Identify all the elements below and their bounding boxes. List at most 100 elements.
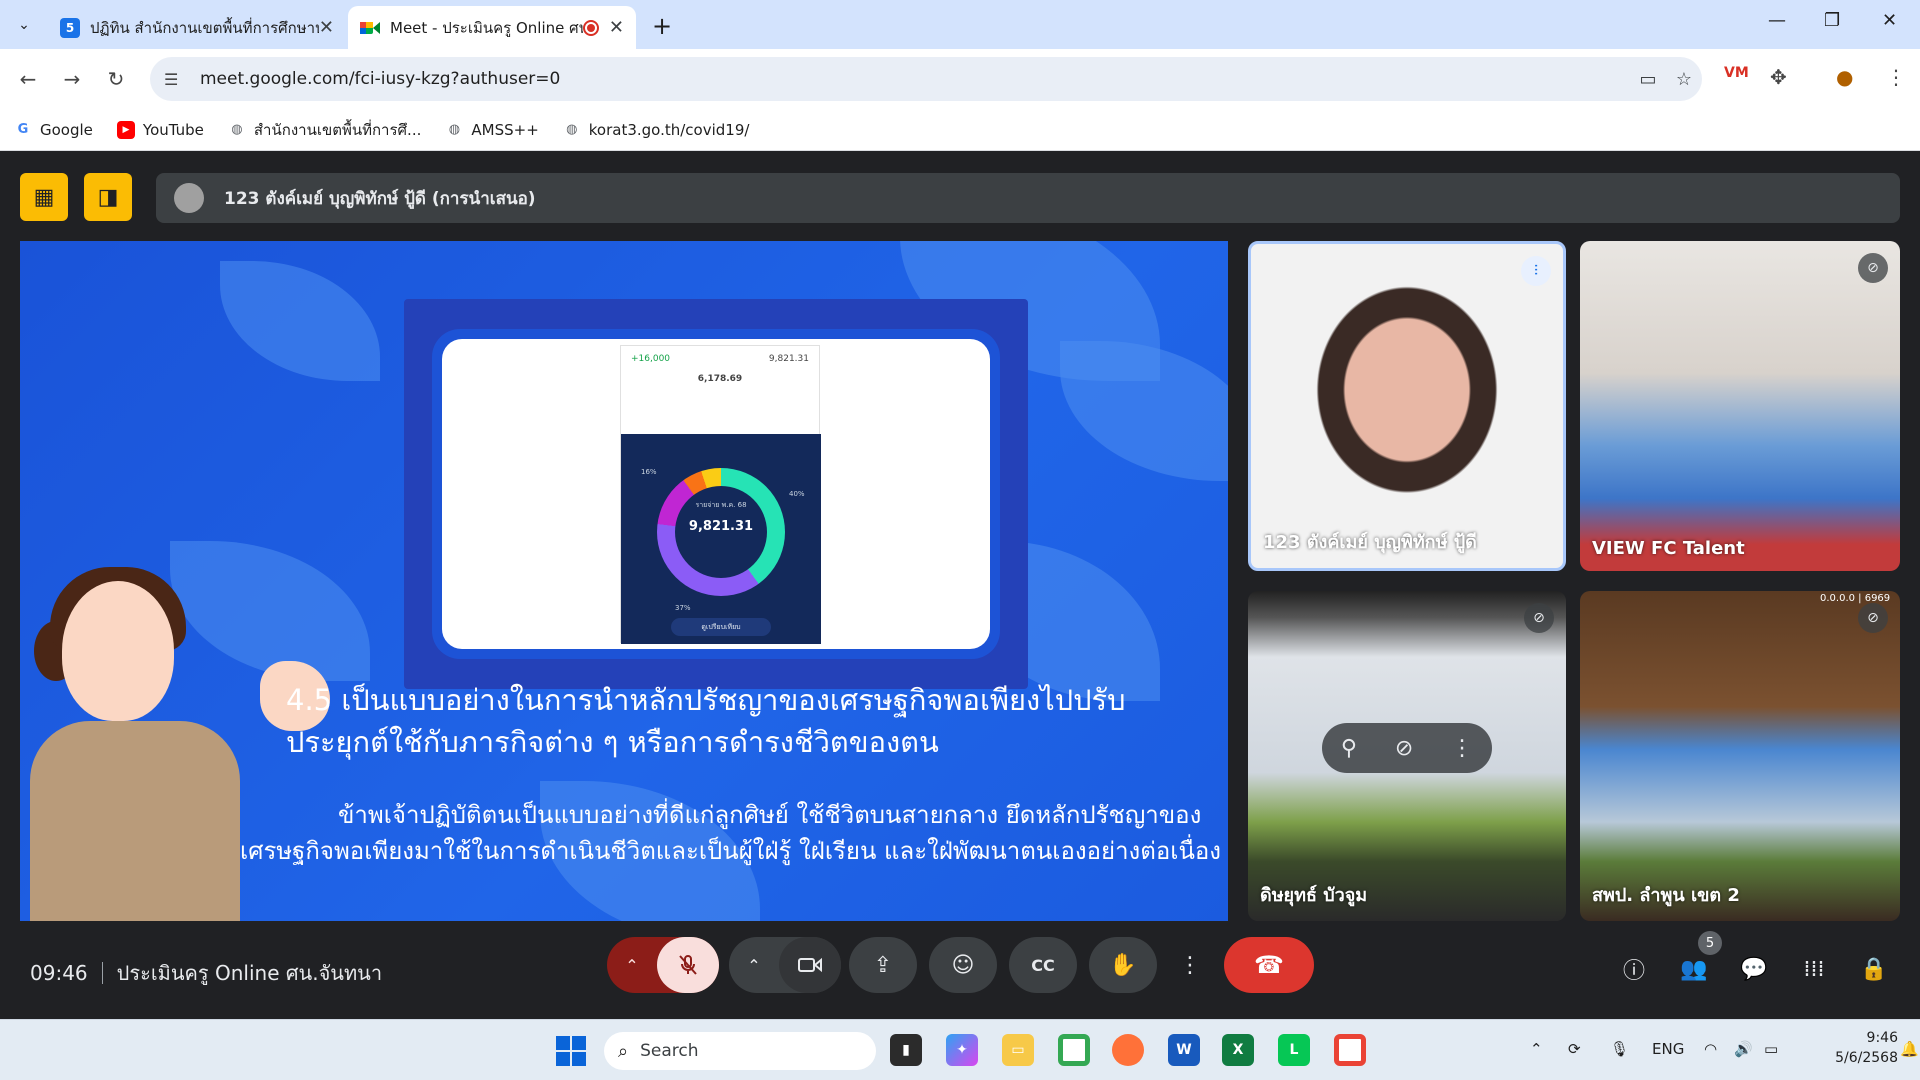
raise-hand-icon[interactable]: ✋ — [1089, 937, 1157, 993]
bookmark-amss[interactable]: ◍ AMSS++ — [445, 121, 539, 139]
globe-icon: ◍ — [566, 122, 578, 137]
back-icon[interactable]: ← — [12, 63, 44, 95]
excel-icon[interactable]: X — [1222, 1034, 1254, 1066]
url-text[interactable]: meet.google.com/fci-iusy-kzg?authuser=0 — [200, 69, 1630, 89]
mic-off-icon[interactable] — [657, 937, 719, 993]
notifications-icon[interactable]: 🔔 — [1900, 1040, 1919, 1058]
avatar — [174, 183, 204, 213]
activities-icon[interactable]: ⁞⁞⁞ — [1796, 951, 1832, 987]
recording-icon — [582, 19, 599, 36]
chrome-active-icon[interactable] — [1334, 1034, 1366, 1066]
participant-name: ดิษยุทธ์ บัวจูม — [1260, 885, 1368, 906]
close-tab-icon[interactable]: ✕ — [609, 17, 624, 38]
mic-off-icon: ⊘ — [1858, 603, 1888, 633]
calendar-favicon-icon: 5 — [60, 17, 80, 38]
address-bar[interactable]: ☰ meet.google.com/fci-iusy-kzg?authuser=… — [150, 57, 1702, 101]
captions-icon[interactable]: CC — [1009, 937, 1077, 993]
presenter-label: 123 ตังค์เมย์ บุญพิทักษ์ ปู้ดี (การนำเสน… — [224, 188, 536, 209]
bookmark-google[interactable]: G Google — [14, 121, 93, 139]
teacher-illustration — [62, 581, 174, 721]
site-settings-icon[interactable]: ☰ — [164, 70, 186, 89]
file-explorer-icon[interactable]: ▭ — [1002, 1034, 1034, 1066]
meeting-details-icon[interactable]: ⓘ — [1616, 951, 1652, 987]
emoji-reaction-icon[interactable]: ☺ — [929, 937, 997, 993]
more-options-icon[interactable]: ⋮ — [1451, 736, 1473, 761]
task-view-icon[interactable]: ▮ — [890, 1034, 922, 1066]
slide-heading: 4.5 เป็นแบบอย่างในการนำหลักปรัชญาของเศรษ… — [286, 683, 1126, 759]
mic-off-icon: ⊘ — [1858, 253, 1888, 283]
tray-overflow-icon[interactable]: ⌃ — [1530, 1040, 1543, 1058]
wifi-icon[interactable]: ◠ — [1704, 1040, 1717, 1058]
start-menu-icon[interactable] — [556, 1036, 586, 1066]
tile-hover-controls: ⚲ ⊘ ⋮ — [1322, 723, 1492, 773]
close-window-icon[interactable]: ✕ — [1882, 10, 1897, 31]
forward-icon[interactable]: → — [56, 63, 88, 95]
participant-tile[interactable]: ⫶ 123 ตังค์เมย์ บุญพิทักษ์ ปู้ดี — [1248, 241, 1566, 571]
video-settings-arrow-icon[interactable]: ⌃ — [729, 956, 779, 975]
participant-count-badge: 5 — [1698, 931, 1722, 955]
slide-screen: +16,000 9,821.31 6,178.69 16% 40% 37% รา… — [432, 329, 1000, 659]
meeting-title: ประเมินครู Online ศน.จันทนา — [116, 961, 383, 985]
mic-off-icon: ⊘ — [1524, 603, 1554, 633]
windows-taskbar: ⌕ Search ▮ ✦ ▭ W X L ⌃ ⟳ 🎙 ENG ◠ 🔊 ▭ 9:4… — [0, 1019, 1920, 1080]
reload-icon[interactable]: ↻ — [100, 63, 132, 95]
mic-control: ⌃ — [607, 937, 719, 993]
layout-icon[interactable]: ◨ — [84, 173, 132, 221]
present-screen-icon[interactable]: ⇪ — [849, 937, 917, 993]
word-icon[interactable]: W — [1168, 1034, 1200, 1066]
copilot-icon[interactable]: ✦ — [946, 1034, 978, 1066]
input-language[interactable]: ENG — [1652, 1040, 1684, 1058]
participant-name: VIEW FC Talent — [1592, 538, 1745, 559]
microphone-icon[interactable]: 🎙 — [1610, 1040, 1629, 1058]
bookmark-star-icon[interactable]: ☆ — [1666, 69, 1702, 90]
participant-name: สพป. ลำพูน เขต 2 — [1592, 885, 1740, 906]
people-icon[interactable]: 👥 — [1676, 951, 1712, 987]
close-tab-icon[interactable]: ✕ — [319, 17, 334, 38]
mute-participant-icon[interactable]: ⊘ — [1395, 736, 1413, 761]
extensions-puzzle-icon[interactable]: ✥ — [1770, 65, 1787, 89]
pin-icon[interactable]: ⚲ — [1341, 736, 1357, 761]
chrome-icon[interactable] — [1058, 1034, 1090, 1066]
sync-icon[interactable]: ⟳ — [1568, 1040, 1581, 1058]
meeting-info: 09:46 ประเมินครู Online ศน.จันทนา — [30, 957, 382, 989]
taskbar-search[interactable]: ⌕ Search — [604, 1032, 876, 1070]
audio-settings-arrow-icon[interactable]: ⌃ — [607, 956, 657, 975]
participant-tile[interactable]: 0.0.0.0 | 6969 ⊘ สพป. ลำพูน เขต 2 — [1580, 591, 1900, 921]
bookmark-office[interactable]: ◍ สำนักงานเขตพื้นที่การศึ... — [228, 118, 421, 142]
globe-icon: ◍ — [231, 122, 243, 137]
new-tab-icon[interactable]: + — [652, 12, 672, 40]
line-icon[interactable]: L — [1278, 1034, 1310, 1066]
volume-icon[interactable]: 🔊 — [1734, 1040, 1753, 1058]
tab-search-dropdown[interactable]: ⌄ — [10, 12, 38, 38]
minimize-icon[interactable]: — — [1768, 10, 1786, 31]
system-clock[interactable]: 9:46 5/6/2568 — [1828, 1028, 1898, 1068]
participant-tile[interactable]: ⊘ VIEW FC Talent — [1580, 241, 1900, 571]
stop-presenting-icon[interactable]: ▦ — [20, 173, 68, 221]
battery-icon[interactable]: ▭ — [1764, 1040, 1778, 1058]
camera-icon[interactable] — [779, 937, 841, 993]
search-icon: ⌕ — [618, 1040, 629, 1062]
profile-avatar-icon[interactable]: ● — [1836, 65, 1853, 89]
phone-screenshot: +16,000 9,821.31 6,178.69 16% 40% 37% รา… — [620, 345, 821, 644]
host-controls-icon[interactable]: 🔒 — [1856, 951, 1892, 987]
participant-tile[interactable]: ⊘ ⚲ ⊘ ⋮ ดิษยุทธ์ บัวจูม — [1248, 591, 1566, 921]
more-options-icon[interactable]: ⋮ — [1164, 937, 1216, 993]
firefox-icon[interactable] — [1112, 1034, 1144, 1066]
bookmark-korat3[interactable]: ◍ korat3.go.th/covid19/ — [563, 121, 749, 139]
camera-indicator-icon[interactable]: ▭ — [1630, 69, 1666, 90]
bookmark-youtube[interactable]: ▶ YouTube — [116, 120, 204, 139]
presentation-slide: +16,000 9,821.31 6,178.69 16% 40% 37% รา… — [20, 241, 1228, 921]
bookmarks-bar: G Google ▶ YouTube ◍ สำนักงานเขตพื้นที่การศ… — [0, 109, 1920, 151]
leave-call-icon[interactable]: ☎ — [1224, 937, 1314, 993]
tab-calendar[interactable]: 5 ปฏิทิน สำนักงานเขตพื้นที่การศึกษาป ✕ — [48, 6, 346, 49]
chat-icon[interactable]: 💬 — [1736, 951, 1772, 987]
presentation-header: 123 ตังค์เมย์ บุญพิทักษ์ ปู้ดี (การนำเสน… — [156, 173, 1900, 223]
globe-icon: ◍ — [448, 122, 461, 137]
extension-vm-icon[interactable]: VM — [1724, 65, 1749, 81]
meeting-time: 09:46 — [30, 961, 88, 985]
slide-paragraph: ข้าพเจ้าปฏิบัติตนเป็นแบบอย่างที่ดีแก่ลูก… — [240, 801, 1221, 865]
browser-menu-icon[interactable]: ⋮ — [1886, 65, 1906, 89]
participant-name: 123 ตังค์เมย์ บุญพิทักษ์ ปู้ดี — [1263, 532, 1477, 553]
restore-icon[interactable]: ❐ — [1824, 10, 1840, 31]
tab-meet[interactable]: Meet - ประเมินครู Online ศน. ✕ — [348, 6, 636, 49]
